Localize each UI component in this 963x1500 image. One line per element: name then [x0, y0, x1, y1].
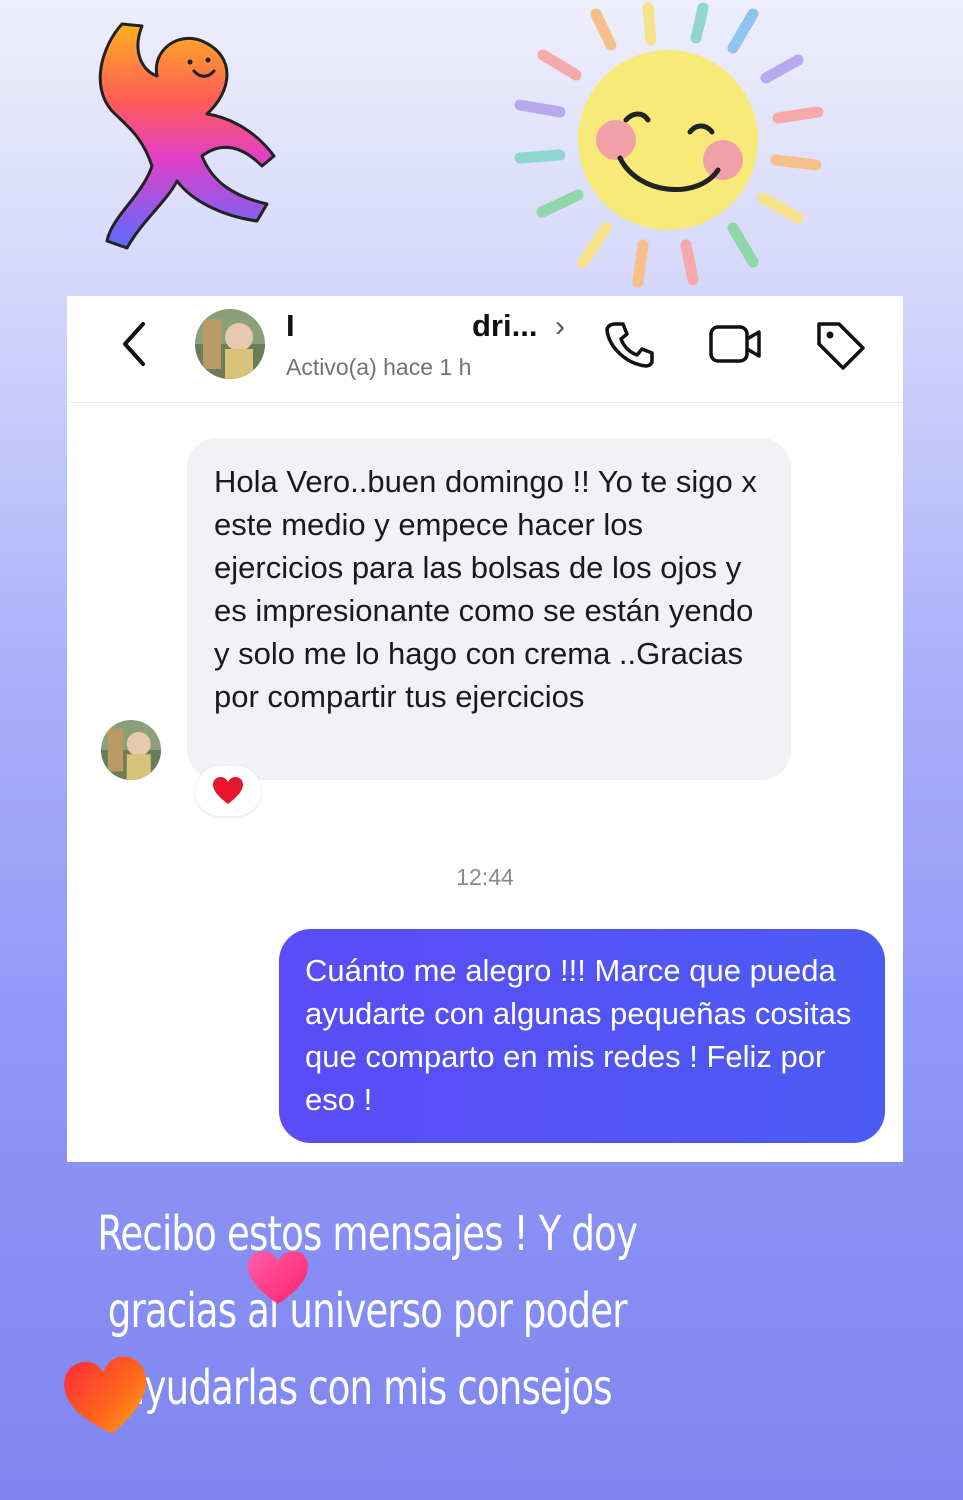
caption-line: Recibo estos mensajes ! Y doy — [97, 1206, 638, 1262]
incoming-message-bubble[interactable]: Hola Vero..buen domingo !! Yo te sigo x … — [187, 438, 791, 780]
phone-icon[interactable] — [601, 318, 657, 370]
heart-reaction[interactable] — [195, 766, 261, 816]
story-caption: Recibo estos mensajes ! Y doy gracias al… — [92, 1196, 642, 1427]
smiling-sun-sticker — [514, 2, 824, 288]
sender-avatar[interactable] — [101, 720, 161, 780]
chat-header: I dri... › Activo(a) hace 1 h — [67, 296, 903, 403]
outgoing-message-bubble[interactable]: Cuánto me alegro !!! Marce que pueda ayu… — [279, 929, 885, 1143]
chat-screenshot: I dri... › Activo(a) hace 1 h Hola Vero.… — [67, 296, 903, 1162]
tag-icon[interactable] — [811, 318, 867, 370]
heart-icon — [213, 777, 243, 804]
caption-line: gracias al universo por poder — [107, 1283, 628, 1339]
message-timestamp: 12:44 — [456, 864, 514, 890]
contact-name-end: dri... — [472, 308, 538, 343]
contact-avatar[interactable] — [195, 309, 265, 379]
caption-line: ayudarlas con mis consejos — [122, 1360, 613, 1416]
back-arrow-icon[interactable] — [115, 318, 155, 370]
chevron-right-icon: › — [555, 310, 565, 343]
active-status: Activo(a) hace 1 h — [286, 354, 472, 380]
dancing-figure-sticker — [98, 22, 276, 250]
video-camera-icon[interactable] — [707, 318, 763, 370]
orange-heart-icon — [64, 1356, 147, 1434]
contact-name: I — [286, 308, 295, 343]
pink-heart-icon — [248, 1251, 308, 1304]
redacted-name-area — [300, 308, 472, 348]
contact-name-row[interactable]: I dri... › — [286, 308, 586, 348]
